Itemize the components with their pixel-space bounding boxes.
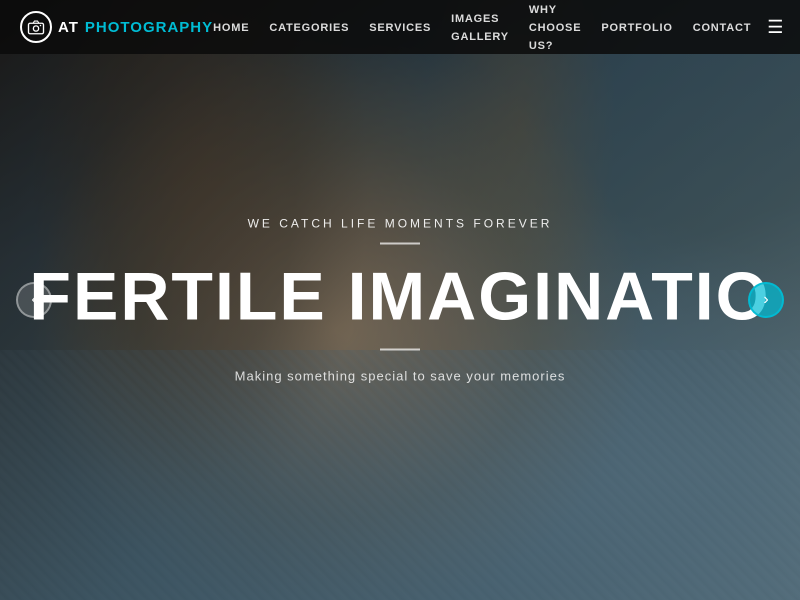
nav-link-contact[interactable]: CONTACT: [693, 22, 752, 34]
nav-item-services[interactable]: SERVICES: [369, 18, 431, 36]
nav-item-categories[interactable]: CATEGORIES: [269, 18, 349, 36]
hero-title: FERTILE IMAGINATIO: [20, 263, 780, 331]
logo-link[interactable]: AT PHOTOGRAPHY: [20, 11, 213, 43]
hero-divider-bottom: [380, 349, 420, 351]
nav-links: HOME CATEGORIES SERVICES IMAGES GALLERY …: [213, 0, 751, 54]
logo-photography: PHOTOGRAPHY: [85, 19, 213, 36]
nav-item-contact[interactable]: CONTACT: [693, 18, 752, 36]
nav-link-services[interactable]: SERVICES: [369, 22, 431, 34]
hamburger-icon[interactable]: ☰: [767, 17, 783, 38]
nav-item-home[interactable]: HOME: [213, 18, 249, 36]
hero-tagline: WE CATCH LIFE MOMENTS FOREVER: [20, 217, 780, 231]
nav-link-categories[interactable]: CATEGORIES: [269, 22, 349, 34]
nav-link-home[interactable]: HOME: [213, 22, 249, 34]
slider-next-button[interactable]: ›: [748, 282, 784, 318]
hero-subtitle: Making something special to save your me…: [20, 369, 780, 384]
hero-divider-top: [380, 243, 420, 245]
hero-section: AT PHOTOGRAPHY HOME CATEGORIES SERVICES …: [0, 0, 800, 600]
nav-link-why[interactable]: WHY CHOOSE US?: [529, 4, 581, 52]
camera-icon: [20, 11, 52, 43]
navbar: AT PHOTOGRAPHY HOME CATEGORIES SERVICES …: [0, 0, 800, 54]
nav-link-portfolio[interactable]: PORTFOLIO: [601, 22, 672, 34]
arrow-right-icon: ›: [763, 291, 768, 309]
hero-content: WE CATCH LIFE MOMENTS FOREVER FERTILE IM…: [0, 217, 800, 384]
nav-item-portfolio[interactable]: PORTFOLIO: [601, 18, 672, 36]
arrow-left-icon: ‹: [31, 291, 36, 309]
nav-item-gallery[interactable]: IMAGES GALLERY: [451, 9, 509, 45]
nav-link-gallery[interactable]: IMAGES GALLERY: [451, 13, 509, 43]
logo-at: AT: [58, 19, 79, 36]
nav-item-why[interactable]: WHY CHOOSE US?: [529, 0, 581, 54]
slider-prev-button[interactable]: ‹: [16, 282, 52, 318]
